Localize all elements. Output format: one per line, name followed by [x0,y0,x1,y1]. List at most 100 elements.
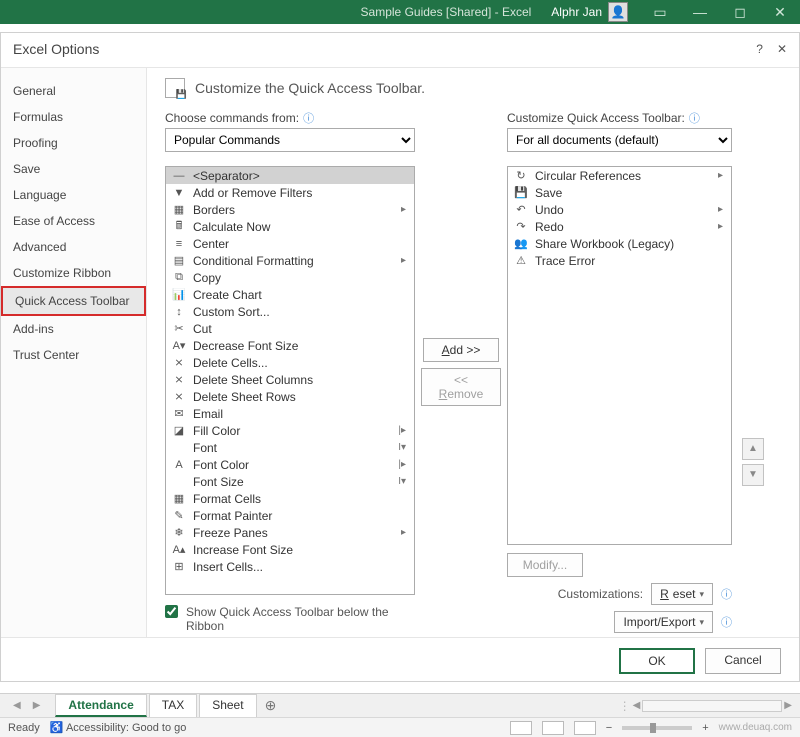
tab-nav[interactable]: ◀▶ [8,697,45,714]
user-area[interactable]: Alphr Jan 👤 [551,2,628,22]
list-item-label: Delete Cells... [193,356,268,370]
view-pagelayout-icon[interactable] [542,721,564,735]
avatar-icon[interactable]: 👤 [608,2,628,22]
list-item[interactable]: ▼Add or Remove Filters [166,184,414,201]
sheet-tab-attendance[interactable]: Attendance [55,694,146,717]
sidebar-item-quick-access-toolbar[interactable]: Quick Access Toolbar [1,286,146,316]
list-item[interactable]: ✂Cut [166,320,414,337]
move-up-button[interactable]: ▲ [742,438,764,460]
list-item-label: Save [535,186,562,200]
sheet-tab-bar: ◀▶ AttendanceTAXSheet ⊕ ⋮ ◀ ▶ [0,693,800,717]
view-normal-icon[interactable] [510,721,532,735]
list-item[interactable]: ⨯Delete Cells... [166,354,414,371]
list-item[interactable]: ▦Format Cells [166,490,414,507]
submenu-icon: ▸ [718,204,725,215]
list-item[interactable]: ◪Fill Color|▸ [166,422,414,439]
ok-button[interactable]: OK [619,648,695,674]
maximize-button[interactable]: ◻ [720,0,760,24]
list-item[interactable]: ↕Custom Sort... [166,303,414,320]
info-icon[interactable] [303,110,314,126]
user-name: Alphr Jan [551,5,602,19]
list-item[interactable]: 💾 Save [508,184,731,201]
list-item[interactable]: ⊞Insert Cells... [166,558,414,575]
list-item-label: Increase Font Size [193,543,293,557]
sidebar-item-general[interactable]: General [1,78,146,104]
horizontal-scrollbar[interactable] [642,700,782,712]
list-item[interactable]: ↷Redo▸ [508,218,731,235]
show-below-row[interactable]: Show Quick Access Toolbar below the Ribb… [165,605,415,633]
command-icon: ▦ [172,492,186,506]
ribbon-display-icon[interactable]: ▭ [640,0,680,24]
command-icon [172,475,186,489]
submenu-icon: ▸ [401,204,408,215]
import-export-button[interactable]: Import/Export [614,611,713,633]
command-icon: ✉ [172,407,186,421]
sidebar-item-language[interactable]: Language [1,182,146,208]
list-item[interactable]: FontI▾ [166,439,414,456]
list-item-label: Format Painter [193,509,272,523]
show-below-checkbox[interactable] [165,605,178,618]
list-item[interactable]: ⚠Trace Error [508,252,731,269]
sidebar-item-add-ins[interactable]: Add-ins [1,316,146,342]
choose-commands-select[interactable]: Popular Commands [165,128,415,152]
move-down-button[interactable]: ▼ [742,464,764,486]
info-icon[interactable] [721,586,732,602]
list-item[interactable]: A▾Decrease Font Size [166,337,414,354]
sidebar-item-formulas[interactable]: Formulas [1,104,146,130]
zoom-in-button[interactable]: + [702,722,708,734]
sidebar-item-customize-ribbon[interactable]: Customize Ribbon [1,260,146,286]
submenu-icon: I▾ [398,476,408,487]
qat-listbox[interactable]: ↻Circular References▸💾Save↶Undo▸↷Redo▸👥S… [507,166,732,545]
list-item[interactable]: ↶Undo▸ [508,201,731,218]
list-item[interactable]: ⨯Delete Sheet Columns [166,371,414,388]
sidebar-item-trust-center[interactable]: Trust Center [1,342,146,368]
dialog-close-button[interactable]: ✕ [777,42,787,56]
list-item-label: Add or Remove Filters [193,186,312,200]
list-item[interactable]: Font SizeI▾ [166,473,414,490]
list-item[interactable]: 👥Share Workbook (Legacy) [508,235,731,252]
list-item-label: Font [193,441,217,455]
list-item[interactable]: ❄Freeze Panes▸ [166,524,414,541]
list-item[interactable]: ↻Circular References▸ [508,167,731,184]
cancel-button[interactable]: Cancel [705,648,781,674]
help-button[interactable]: ? [756,42,763,56]
sheet-tab-tax[interactable]: TAX [149,694,197,717]
list-item[interactable]: ✉ Email [166,405,414,422]
list-item[interactable]: AFont Color|▸ [166,456,414,473]
minimize-button[interactable]: — [680,0,720,24]
list-item[interactable]: —<Separator> [166,167,414,184]
window-controls: ▭ — ◻ ✕ [640,0,800,24]
sidebar-item-ease-of-access[interactable]: Ease of Access [1,208,146,234]
command-icon: 👥 [514,237,528,251]
sidebar-item-proofing[interactable]: Proofing [1,130,146,156]
qat-scope-select[interactable]: For all documents (default) [507,128,732,152]
zoom-out-button[interactable]: − [606,722,612,734]
add-button[interactable]: Add >> [423,338,499,362]
list-item[interactable]: 🖩Calculate Now [166,218,414,235]
info-icon[interactable] [689,110,700,126]
add-sheet-button[interactable]: ⊕ [265,697,277,714]
list-item[interactable]: 📊Create Chart [166,286,414,303]
view-pagebreak-icon[interactable] [574,721,596,735]
command-icon: 💾 [514,186,528,200]
info-icon[interactable] [721,614,732,630]
list-item[interactable]: ▦Borders▸ [166,201,414,218]
close-button[interactable]: ✕ [760,0,800,24]
sidebar-item-save[interactable]: Save [1,156,146,182]
list-item[interactable]: ≡Center [166,235,414,252]
list-item[interactable]: ▤Conditional Formatting▸ [166,252,414,269]
reset-button[interactable]: Reset [651,583,713,605]
list-item[interactable]: ⨯Delete Sheet Rows [166,388,414,405]
list-item[interactable]: ✎Format Painter [166,507,414,524]
sheet-tab-sheet[interactable]: Sheet [199,694,256,717]
accessibility-status[interactable]: ♿ Accessibility: Good to go [50,721,187,734]
submenu-icon: ▸ [718,221,725,232]
list-item[interactable]: ⧉Copy [166,269,414,286]
list-item-label: Undo [535,203,564,217]
list-item[interactable]: A▴Increase Font Size [166,541,414,558]
list-item-label: Email [193,407,223,421]
zoom-slider[interactable] [622,726,692,730]
list-item-label: Redo [535,220,564,234]
commands-listbox[interactable]: —<Separator>▼Add or Remove Filters▦Borde… [165,166,415,595]
sidebar-item-advanced[interactable]: Advanced [1,234,146,260]
